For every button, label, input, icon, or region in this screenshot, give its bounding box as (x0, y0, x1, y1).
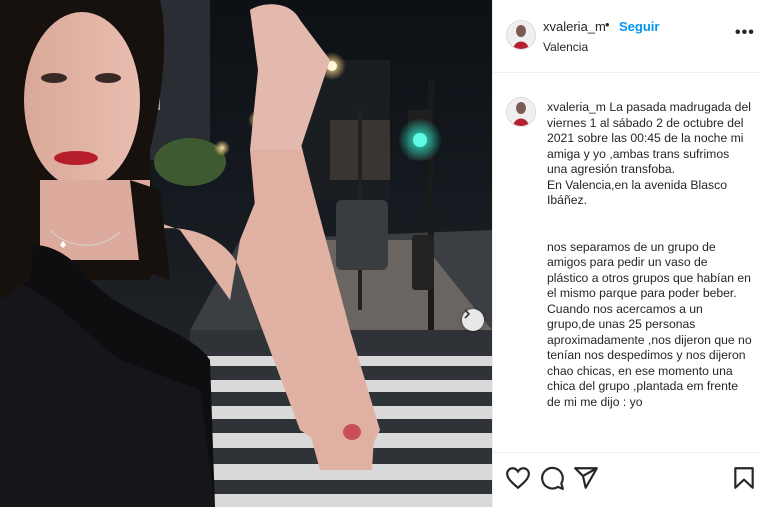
photo-scene (0, 0, 492, 507)
post-photo[interactable] (0, 0, 492, 507)
share-icon[interactable] (573, 465, 599, 491)
action-bar (493, 452, 760, 508)
avatar-image (507, 21, 535, 49)
avatar[interactable] (506, 20, 536, 50)
instagram-post: xvaleria_m • Seguir Valencia ••• xvaleri… (0, 0, 760, 507)
caption-area: xvaleria_m La pasada madrugada del viern… (493, 72, 760, 450)
separator-dot: • (605, 17, 610, 32)
caption-paragraph-2: En Valencia,en la avenida Blasco Ibáñez. (547, 177, 727, 208)
bookmark-icon[interactable] (731, 465, 757, 491)
caption-paragraph-3: nos separamos de un grupo de amigos para… (547, 239, 752, 409)
follow-button[interactable]: Seguir (619, 19, 659, 34)
heart-icon[interactable] (505, 465, 531, 491)
comment-icon[interactable] (539, 465, 565, 491)
location-link[interactable]: Valencia (543, 40, 588, 54)
username-link[interactable]: xvaleria_m (543, 19, 606, 34)
post-header: xvaleria_m • Seguir Valencia ••• (493, 0, 760, 73)
post-sidebar: xvaleria_m • Seguir Valencia ••• xvaleri… (492, 0, 760, 507)
chevron-right-icon (464, 309, 471, 319)
caption-username[interactable]: xvaleria_m (547, 100, 606, 114)
post-caption: xvaleria_m La pasada madrugada del viern… (547, 100, 752, 410)
avatar-image (507, 98, 535, 126)
more-options-icon[interactable]: ••• (735, 25, 755, 41)
caption-avatar[interactable] (506, 97, 536, 127)
next-photo-button[interactable] (462, 309, 484, 331)
caption-paragraph-1: xvaleria_m La pasada madrugada del viern… (547, 100, 752, 178)
